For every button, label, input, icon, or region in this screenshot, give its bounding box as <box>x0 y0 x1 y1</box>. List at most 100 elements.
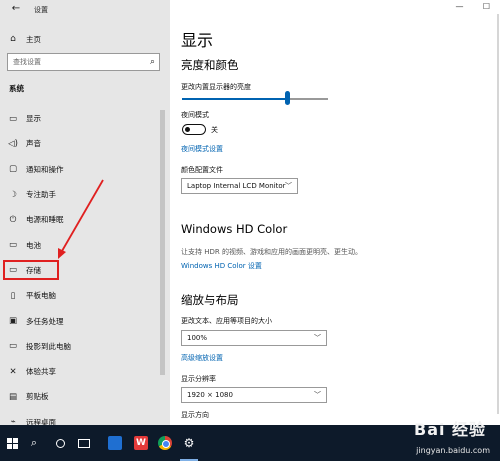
notification-icon: ▢ <box>8 164 18 175</box>
power-icon: ⏻ <box>9 214 17 225</box>
sidebar: ← 设置 ⌂ 主页 ⌕ 系统 ▭ 显示 ◁) 声音 ▢ 通知和操作 <box>0 0 170 425</box>
sidebar-item-label: 电池 <box>26 240 41 250</box>
dropdown-value: Laptop Internal LCD Monitor <box>187 182 286 190</box>
sidebar-item-label: 电源和睡眠 <box>26 215 64 225</box>
taskbar-app-settings[interactable]: ⚙ <box>178 425 200 461</box>
resolution-dropdown[interactable]: 1920 × 1080 ﹀ <box>181 387 327 403</box>
settings-search-box[interactable]: ⌕ <box>7 53 160 71</box>
maximize-button[interactable]: ☐ <box>473 0 500 14</box>
sidebar-item-notifications[interactable]: ▢ 通知和操作 <box>0 157 170 182</box>
taskbar-app-blue[interactable] <box>104 425 126 461</box>
chevron-down-icon: ﹀ <box>314 334 321 342</box>
sidebar-item-focus-assist[interactable]: ☽ 专注助手 <box>0 182 170 207</box>
sidebar-item-label: 体验共享 <box>26 367 56 377</box>
taskbar-app-chrome[interactable] <box>154 425 176 461</box>
start-button[interactable] <box>2 425 22 461</box>
sidebar-item-display[interactable]: ▭ 显示 <box>0 106 170 131</box>
scale-layout-heading: 缩放与布局 <box>181 293 239 307</box>
monitor-icon: ▭ <box>8 113 18 124</box>
project-icon: ▭ <box>8 341 18 352</box>
scale-label: 更改文本、应用等项目的大小 <box>181 317 272 325</box>
night-light-state: 关 <box>211 126 218 134</box>
resolution-label: 显示分辨率 <box>181 375 216 383</box>
dropdown-value: 100% <box>187 334 208 342</box>
color-profile-label: 颜色配置文件 <box>181 166 223 174</box>
sidebar-item-label: 投影到此电脑 <box>26 341 71 351</box>
brightness-slider-fill <box>182 98 288 100</box>
settings-window: ← 设置 ⌂ 主页 ⌕ 系统 ▭ 显示 ◁) 声音 ▢ 通知和操作 <box>0 0 500 425</box>
section-label: 系统 <box>9 84 24 93</box>
cortana-button[interactable] <box>50 425 70 461</box>
search-input[interactable] <box>8 54 144 70</box>
dropdown-value: 1920 × 1080 <box>187 391 233 399</box>
wps-icon: W <box>134 436 148 450</box>
orientation-label: 显示方向 <box>181 411 209 419</box>
home-icon: ⌂ <box>10 34 16 44</box>
hd-color-description: 让支持 HDR 的视频、游戏和应用的画面更明亮、更生动。 <box>181 248 362 256</box>
windows-logo-icon <box>6 437 18 449</box>
sidebar-scrollbar[interactable] <box>160 110 165 375</box>
watermark-brand: Bai 经验 <box>414 420 487 439</box>
window-title: 设置 <box>34 6 48 14</box>
chevron-down-icon: ﹀ <box>285 182 292 190</box>
sidebar-item-multitasking[interactable]: ▣ 多任务处理 <box>0 308 170 333</box>
chevron-down-icon: ﹀ <box>314 391 321 399</box>
window-controls: — ☐ <box>446 0 500 14</box>
sidebar-nav: ▭ 显示 ◁) 声音 ▢ 通知和操作 ☽ 专注助手 ⏻ 电源和睡眠 ▭ 电池 ▭… <box>0 106 170 425</box>
sidebar-item-label: 通知和操作 <box>26 164 64 174</box>
minimize-button[interactable]: — <box>446 0 473 14</box>
storage-icon: ▭ <box>8 265 18 276</box>
advanced-scaling-link[interactable]: 高级缩放设置 <box>181 353 223 363</box>
sidebar-item-label: 远程桌面 <box>26 417 56 425</box>
sidebar-item-label: 剪贴板 <box>26 392 49 402</box>
sidebar-item-label: 平板电脑 <box>26 291 56 301</box>
sidebar-item-tablet[interactable]: ▯ 平板电脑 <box>0 283 170 308</box>
brightness-label: 更改内置显示器的亮度 <box>181 83 251 91</box>
brightness-slider-track[interactable] <box>182 98 328 100</box>
moon-icon: ☽ <box>9 189 17 200</box>
sidebar-item-label: 声音 <box>26 139 41 149</box>
hd-color-settings-link[interactable]: Windows HD Color 设置 <box>181 261 262 271</box>
battery-icon: ▭ <box>8 240 18 251</box>
search-icon[interactable]: ⌕ <box>150 56 155 68</box>
share-icon: ✕ <box>9 366 17 377</box>
sidebar-item-label: 专注助手 <box>26 190 56 200</box>
sidebar-item-label: 存储 <box>26 265 41 275</box>
back-arrow-icon[interactable]: ← <box>8 2 24 16</box>
watermark-url: jingyan.baidu.com <box>416 446 490 455</box>
taskbar-app-wps[interactable]: W <box>130 425 152 461</box>
main-scrollbar[interactable] <box>497 14 499 414</box>
sidebar-item-power-sleep[interactable]: ⏻ 电源和睡眠 <box>0 207 170 232</box>
hd-color-heading: Windows HD Color <box>181 222 288 236</box>
scale-dropdown[interactable]: 100% ﹀ <box>181 330 327 346</box>
night-light-settings-link[interactable]: 夜间模式设置 <box>181 144 223 154</box>
sidebar-item-projecting[interactable]: ▭ 投影到此电脑 <box>0 334 170 359</box>
taskbar-search-icon[interactable]: ⌕ <box>24 425 44 461</box>
task-view-button[interactable] <box>74 425 94 461</box>
sidebar-item-shared-experiences[interactable]: ✕ 体验共享 <box>0 359 170 384</box>
sidebar-item-label: 显示 <box>26 114 41 124</box>
sidebar-item-label: 主页 <box>26 34 41 44</box>
tablet-icon: ▯ <box>10 290 16 301</box>
multitask-icon: ▣ <box>8 316 18 327</box>
brightness-heading: 亮度和颜色 <box>181 58 239 72</box>
sound-icon: ◁) <box>8 138 18 149</box>
sidebar-item-home[interactable]: ⌂ 主页 <box>0 30 170 48</box>
night-light-toggle[interactable] <box>182 124 206 135</box>
brightness-slider-thumb[interactable] <box>284 91 290 105</box>
sidebar-item-battery[interactable]: ▭ 电池 <box>0 232 170 257</box>
cortana-icon <box>55 438 65 448</box>
chrome-icon <box>158 436 172 450</box>
night-light-label: 夜间模式 <box>181 111 209 119</box>
sidebar-item-sound[interactable]: ◁) 声音 <box>0 131 170 156</box>
sidebar-item-label: 多任务处理 <box>26 316 64 326</box>
task-view-icon <box>78 438 90 448</box>
remote-desktop-icon: ⌁ <box>10 417 16 425</box>
sidebar-item-storage[interactable]: ▭ 存储 <box>0 258 170 283</box>
sidebar-item-remote-desktop[interactable]: ⌁ 远程桌面 <box>0 410 170 425</box>
baidu-watermark: Bai 经验 jingyan.baidu.com <box>392 414 492 458</box>
page-title: 显示 <box>181 31 214 50</box>
color-profile-dropdown[interactable]: Laptop Internal LCD Monitor ﹀ <box>181 178 298 194</box>
toggle-knob <box>185 127 190 132</box>
sidebar-item-clipboard[interactable]: ▤ 剪贴板 <box>0 384 170 409</box>
